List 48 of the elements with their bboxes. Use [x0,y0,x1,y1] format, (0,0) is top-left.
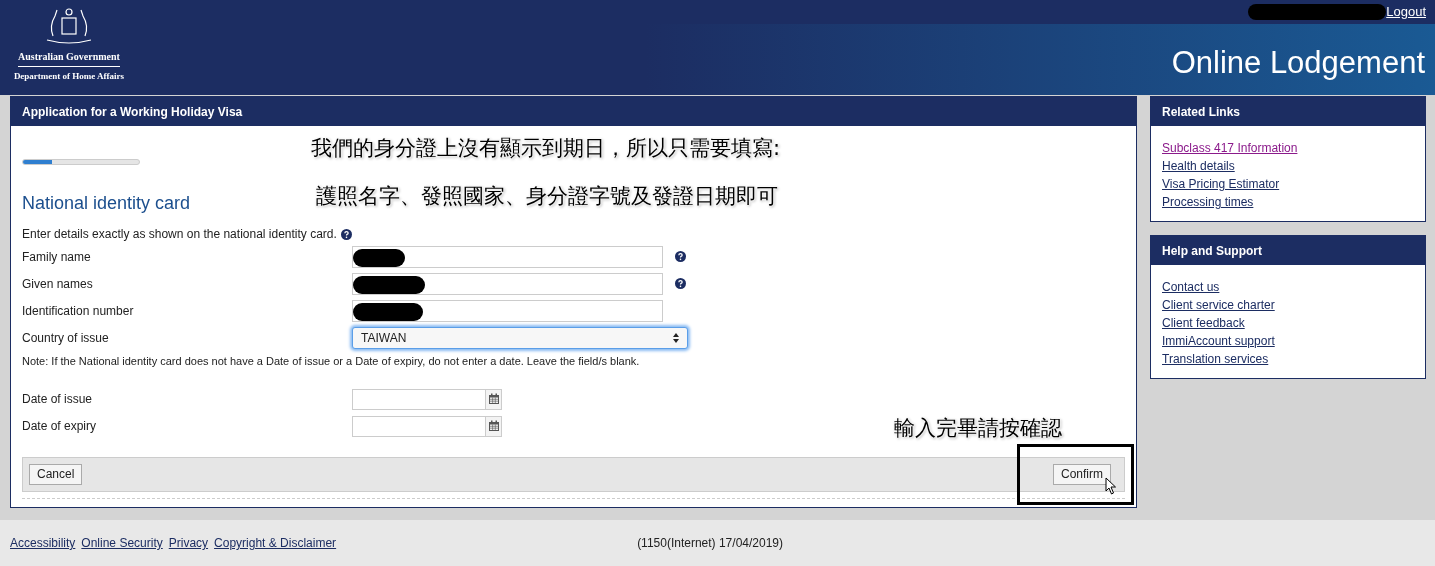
date-field[interactable] [352,415,502,437]
note-text: Note: If the National identity card does not have a Date of issue or a Date of expiry, do not enter a date. Leave the field/s blank. [22,354,641,369]
calendar-icon[interactable] [487,420,500,432]
sidebar-link[interactable]: Subclass 417 Information [1162,141,1298,155]
text-field[interactable] [352,245,663,268]
field-label: Given names [22,275,94,293]
text-field[interactable] [352,299,663,322]
footer-link[interactable]: Privacy [168,534,209,552]
department-name: Department of Home Affairs [13,70,125,83]
panel-title: Related Links [1151,97,1425,126]
sidebar-link[interactable]: Health details [1162,159,1235,173]
intro-text: Enter details exactly as shown on the national identity card. [22,226,337,243]
annotation-text: 護照名字、發照國家、身分證字號及發證日期即可 [316,183,778,210]
footer-link[interactable]: Copyright & Disclaimer [214,534,337,552]
field-label: Family name [22,248,92,266]
cursor-icon [1105,477,1117,495]
field-label: Date of expiry [22,418,98,435]
help-icon[interactable] [675,278,686,289]
help-icon[interactable] [675,251,686,262]
help-icon[interactable] [340,228,352,240]
country-select[interactable]: TAIWAN [352,326,688,349]
calendar-icon[interactable] [487,393,500,405]
sidebar-link[interactable]: Visa Pricing Estimator [1162,177,1280,191]
field-label: Country of issue [22,329,110,347]
sidebar-link[interactable]: Translation services [1162,352,1269,366]
field-label: Date of issue [22,391,94,408]
section-title: National identity card [22,192,191,215]
panel-title: Application for a Working Holiday Visa [11,97,1136,126]
sidebar-link[interactable]: Client feedback [1162,316,1245,330]
cancel-button[interactable]: Cancel [29,463,83,485]
footer-link[interactable]: Accessibility [10,534,76,552]
logout-link[interactable]: Logout [1386,2,1426,22]
select-arrows-icon [673,332,679,343]
panel-title: Help and Support [1151,236,1425,265]
field-label: Identification number [22,302,135,320]
agency-name: Australian Government [18,49,120,67]
sidebar-link[interactable]: Processing times [1162,195,1254,209]
annotation-text: 我們的身分證上沒有顯示到期日，所以只需要填寫: [311,135,781,162]
footer-link[interactable]: Online Security [81,534,163,552]
version-text: (1150(Internet) 17/04/2019) [637,535,783,552]
confirm-button[interactable]: Confirm [1053,463,1111,485]
sidebar-link[interactable]: ImmiAccount support [1162,334,1275,348]
date-field[interactable] [352,388,502,410]
sidebar-link[interactable]: Contact us [1162,280,1220,294]
annotation-text: 輸入完畢請按確認 [894,415,1062,442]
sidebar-link[interactable]: Client service charter [1162,298,1275,312]
site-title: Online Lodgement [1171,44,1425,82]
text-field[interactable] [352,272,663,295]
